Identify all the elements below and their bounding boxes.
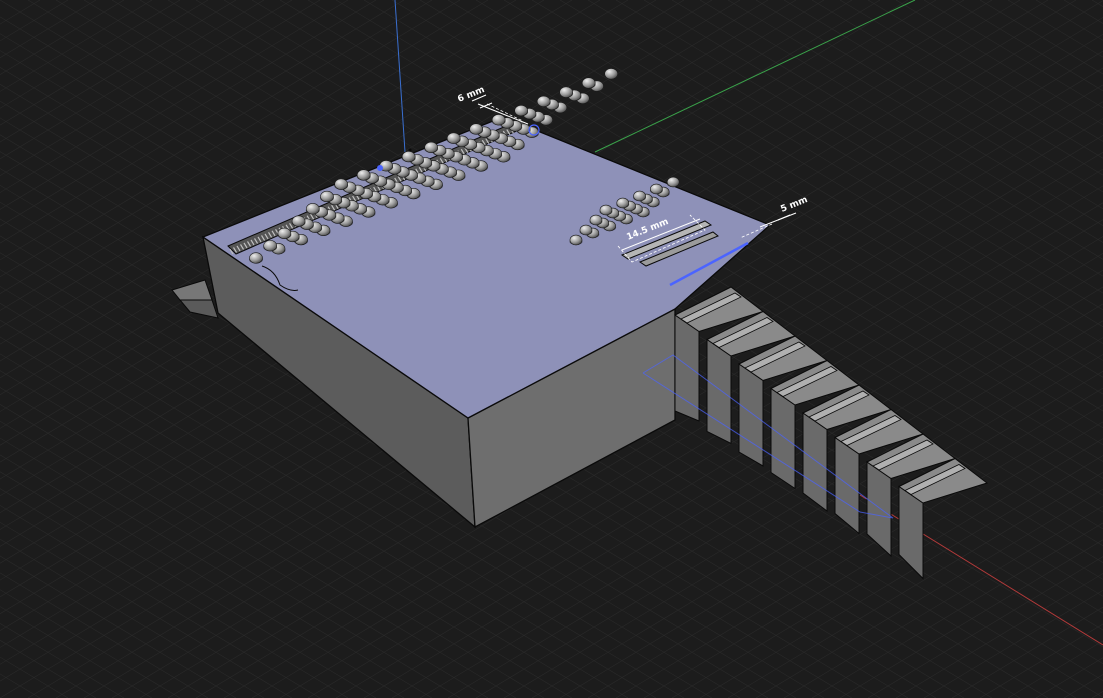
stair-riser	[706, 338, 732, 445]
vertex-marker-1[interactable]	[377, 165, 383, 171]
tactile-dome	[514, 104, 529, 117]
pivot-dot	[408, 148, 412, 152]
tactile-dome	[599, 204, 613, 216]
tactile-dome	[589, 214, 603, 226]
stair-riser	[802, 412, 828, 512]
tactile-dome	[569, 234, 583, 246]
tactile-dome	[263, 240, 278, 252]
tactile-dome	[291, 215, 306, 227]
tactile-dome	[356, 169, 371, 181]
tactile-dome	[401, 150, 416, 163]
tactile-dome	[579, 224, 593, 236]
stair-riser	[770, 387, 796, 490]
tactile-dome	[424, 141, 439, 154]
z-axis	[394, 0, 406, 153]
tactile-dome	[536, 95, 551, 108]
tactile-dome	[305, 203, 320, 215]
tactile-dome	[604, 68, 619, 80]
tactile-dome	[320, 190, 334, 203]
dimension-label-stairs-right: 5 mm	[779, 195, 809, 215]
3d-viewport[interactable]: 6 mm 5 mm 14.5 mm	[0, 0, 1103, 698]
tactile-dome	[633, 190, 646, 202]
background-part	[171, 279, 219, 319]
y-axis	[594, 0, 916, 153]
tactile-dome	[334, 178, 349, 190]
tactile-dome	[491, 114, 506, 126]
tactile-dome	[446, 132, 461, 144]
tactile-dome	[616, 197, 630, 209]
tactile-dome	[469, 123, 484, 135]
tactile-dome	[650, 183, 663, 195]
x-axis	[859, 494, 1103, 646]
dimension-label-top-left: 6 mm	[456, 85, 486, 105]
stair-riser	[674, 314, 700, 422]
tactile-dome	[249, 252, 263, 264]
scene-canvas[interactable]: 6 mm 5 mm 14.5 mm	[0, 0, 1103, 698]
tactile-dome	[581, 77, 596, 89]
stair-riser	[738, 363, 764, 467]
tactile-dome	[277, 227, 292, 240]
tactile-dome	[559, 86, 574, 98]
tactile-dome	[666, 176, 680, 188]
